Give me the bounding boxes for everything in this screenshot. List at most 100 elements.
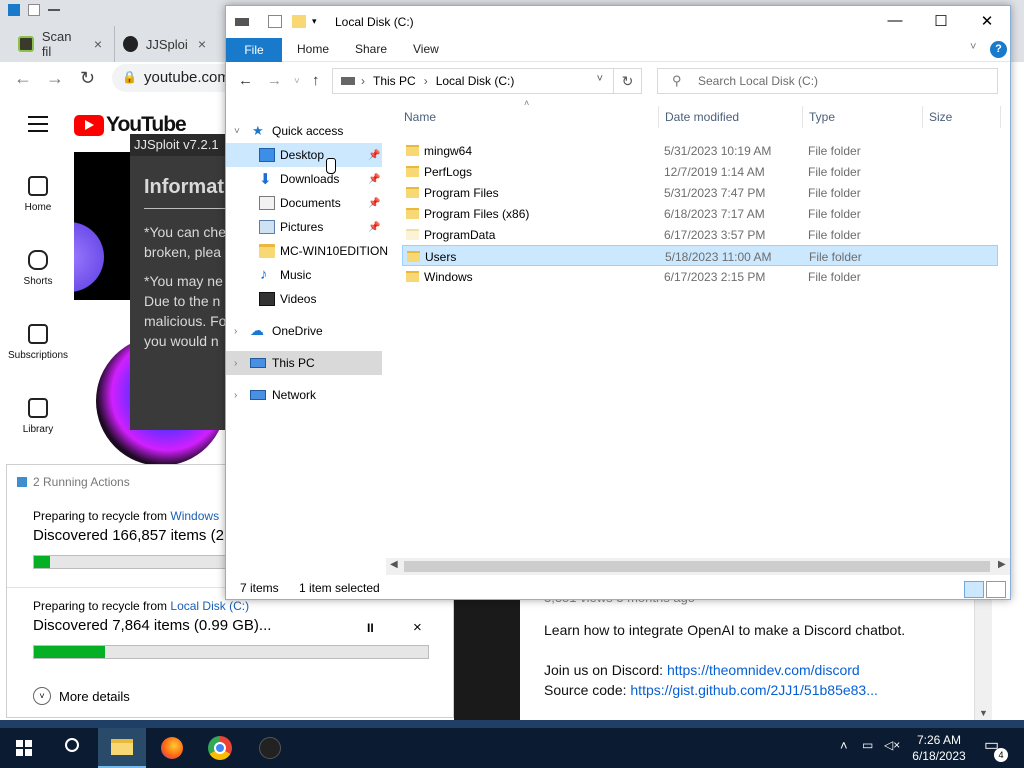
- column-divider[interactable]: [922, 106, 923, 128]
- page-scrollbar[interactable]: ▼: [974, 594, 992, 720]
- discord-link[interactable]: https://theomnidev.com/discord: [667, 662, 860, 678]
- cancel-operation-button[interactable]: ×: [413, 619, 422, 636]
- nav-desktop[interactable]: Desktop 📌: [226, 143, 382, 167]
- column-divider[interactable]: [658, 106, 659, 128]
- nav-music[interactable]: ♪ Music: [226, 263, 382, 287]
- reload-icon[interactable]: ↻: [80, 68, 95, 89]
- network-status-icon[interactable]: ▭: [862, 738, 873, 752]
- tab-file[interactable]: File: [226, 38, 282, 62]
- chrome-button[interactable]: [196, 728, 244, 768]
- nav-onedrive[interactable]: › ☁ OneDrive: [226, 319, 382, 343]
- nav-this-pc[interactable]: › This PC: [226, 351, 382, 375]
- nav-pictures[interactable]: Pictures 📌: [226, 215, 382, 239]
- refresh-button[interactable]: ↻: [613, 69, 641, 93]
- nav-label: Pictures: [280, 220, 324, 234]
- file-row-selected[interactable]: Users 5/18/2023 11:00 AM File folder: [402, 245, 998, 266]
- nav-downloads[interactable]: ⬇ Downloads 📌: [226, 167, 382, 191]
- dark-panel: [454, 598, 520, 720]
- start-button[interactable]: [0, 728, 48, 768]
- close-button[interactable]: ✕: [964, 12, 1010, 30]
- volume-icon[interactable]: ◁×: [884, 738, 900, 752]
- source-link[interactable]: Windows: [170, 509, 219, 523]
- minimize-button[interactable]: —: [872, 12, 918, 29]
- chevron-right-icon[interactable]: ›: [234, 326, 237, 337]
- menu-icon[interactable]: [28, 116, 48, 137]
- customize-icon[interactable]: [48, 4, 60, 11]
- file-row[interactable]: mingw64 5/31/2023 10:19 AM File folder: [402, 140, 998, 161]
- address-bar[interactable]: › This PC › Local Disk (C:) ˅ ↻: [332, 68, 642, 94]
- tab-home[interactable]: Home: [297, 42, 329, 56]
- title-bar[interactable]: ▾ Local Disk (C:) — ☐ ✕: [226, 6, 1010, 38]
- expand-ribbon-icon[interactable]: ˅: [970, 41, 976, 53]
- tab-share[interactable]: Share: [355, 42, 387, 56]
- file-explorer-button[interactable]: [98, 728, 146, 768]
- back-icon[interactable]: ←: [14, 68, 32, 89]
- back-icon[interactable]: ←: [238, 72, 253, 89]
- customize-qat-icon[interactable]: ▾: [312, 16, 326, 29]
- show-hidden-icons[interactable]: ˄: [840, 738, 848, 753]
- scroll-left-icon[interactable]: ◀: [390, 559, 398, 570]
- chrome-tab-scan[interactable]: Scan fil ×: [10, 26, 110, 62]
- pin-icon[interactable]: 📌: [368, 150, 380, 161]
- new-folder-icon[interactable]: [292, 15, 306, 28]
- nav-videos[interactable]: Videos: [226, 287, 382, 311]
- details-view-button[interactable]: [964, 581, 984, 598]
- help-button[interactable]: ?: [990, 41, 1007, 58]
- chevron-right-icon[interactable]: ›: [234, 390, 237, 401]
- scrollbar-thumb[interactable]: [404, 561, 990, 572]
- sidebar-item-shorts[interactable]: Shorts: [0, 250, 76, 287]
- breadcrumb-local-disk[interactable]: Local Disk (C:): [436, 74, 515, 88]
- forward-icon[interactable]: →: [46, 68, 64, 89]
- up-icon[interactable]: ↑: [312, 72, 320, 89]
- column-name[interactable]: Name: [404, 110, 436, 124]
- save-icon[interactable]: [8, 4, 20, 16]
- info-line: malicious. Fo: [144, 313, 226, 329]
- file-row[interactable]: Program Files (x86) 6/18/2023 7:17 AM Fi…: [402, 203, 998, 224]
- address-dropdown-icon[interactable]: ˅: [597, 73, 603, 85]
- sidebar-item-home[interactable]: Home: [0, 176, 76, 213]
- file-row[interactable]: PerfLogs 12/7/2019 1:14 AM File folder: [402, 161, 998, 182]
- breadcrumb-this-pc[interactable]: This PC: [373, 74, 416, 88]
- properties-icon[interactable]: [28, 4, 40, 16]
- scroll-down-icon[interactable]: ▼: [979, 708, 988, 718]
- column-date-modified[interactable]: Date modified: [665, 110, 739, 124]
- horizontal-scrollbar[interactable]: ◀ ▶: [386, 558, 1010, 575]
- file-row[interactable]: ProgramData 6/17/2023 3:57 PM File folde…: [402, 224, 998, 245]
- tab-view[interactable]: View: [413, 42, 439, 56]
- chrome-tab-jjsploit[interactable]: JJSploi ×: [114, 26, 214, 62]
- nav-mc-win10edition[interactable]: MC-WIN10EDITION: [226, 239, 388, 263]
- properties-icon[interactable]: [268, 15, 282, 28]
- close-tab-icon[interactable]: ×: [94, 36, 102, 52]
- chevron-down-icon[interactable]: ˅: [234, 126, 240, 137]
- jjsploit-button[interactable]: [246, 728, 294, 768]
- pin-icon[interactable]: 📌: [368, 174, 380, 185]
- sidebar-item-library[interactable]: Library: [0, 398, 76, 435]
- file-row[interactable]: Program Files 5/31/2023 7:47 PM File fol…: [402, 182, 998, 203]
- forward-icon[interactable]: →: [267, 72, 282, 89]
- search-box[interactable]: ⚲ Search Local Disk (C:): [657, 68, 998, 94]
- nav-documents[interactable]: Documents 📌: [226, 191, 382, 215]
- recent-locations-icon[interactable]: ˅: [294, 76, 300, 87]
- more-details-button[interactable]: ˅ More details: [33, 687, 130, 705]
- file-row[interactable]: Windows 6/17/2023 2:15 PM File folder: [402, 266, 998, 287]
- pause-button[interactable]: II: [367, 621, 374, 635]
- column-size[interactable]: Size: [929, 110, 952, 124]
- firefox-button[interactable]: [148, 728, 196, 768]
- search-button[interactable]: [48, 728, 96, 768]
- maximize-button[interactable]: ☐: [918, 12, 964, 30]
- large-icons-view-button[interactable]: [986, 581, 1006, 598]
- pin-icon[interactable]: 📌: [368, 222, 380, 233]
- scroll-right-icon[interactable]: ▶: [998, 559, 1006, 570]
- source-link[interactable]: Local Disk (C:): [170, 599, 249, 613]
- column-divider[interactable]: [802, 106, 803, 128]
- close-tab-icon[interactable]: ×: [198, 36, 206, 52]
- nav-network[interactable]: › Network: [226, 383, 382, 407]
- chevron-right-icon[interactable]: ›: [234, 358, 237, 369]
- nav-quick-access[interactable]: ˅ ★ Quick access: [226, 119, 382, 143]
- sidebar-item-subscriptions[interactable]: Subscriptions: [0, 324, 76, 361]
- column-divider[interactable]: [1000, 106, 1001, 128]
- source-link[interactable]: https://gist.github.com/2JJ1/51b85e83...: [630, 682, 878, 698]
- pin-icon[interactable]: 📌: [368, 198, 380, 209]
- clock[interactable]: 7:26 AM 6/18/2023: [904, 732, 974, 764]
- column-type[interactable]: Type: [809, 110, 835, 124]
